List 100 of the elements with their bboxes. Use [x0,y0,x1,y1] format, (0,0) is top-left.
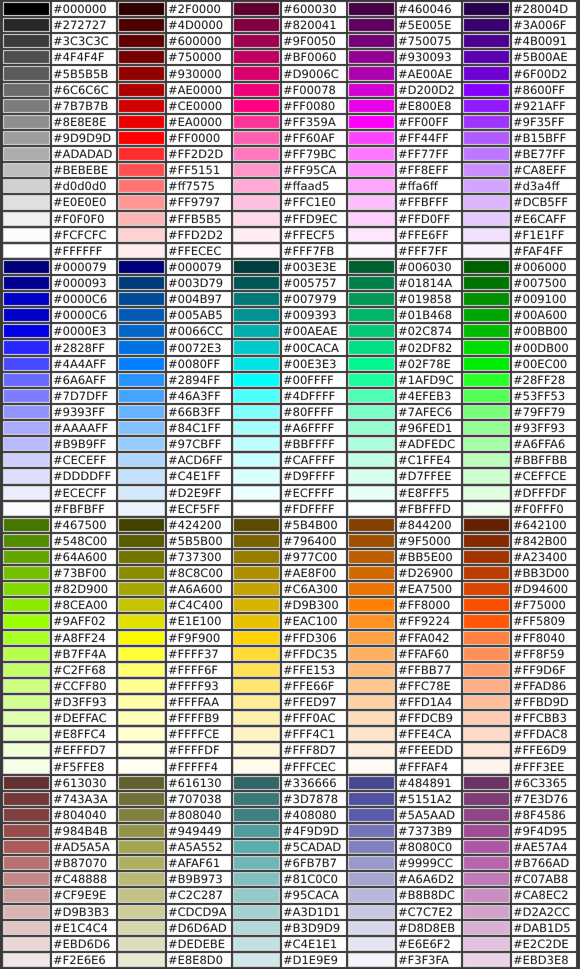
hex-code: #FFE6FF [397,228,461,242]
hex-code: #A6FFFF [282,421,346,436]
hex-code: #F75000 [512,598,576,612]
hex-code: #3D7878 [282,792,346,806]
hex-code: #B766AD [512,856,576,870]
hex-code: #AD5A5A [52,840,116,854]
hex-code: #5CADAD [282,840,346,854]
hex-code: #46A3FF [167,388,231,403]
hex-code: #BBFFBB [512,453,576,468]
hex-code: #01814A [397,276,461,290]
hex-code: #7B7B7B [52,98,116,113]
hex-code: #73BF00 [52,566,116,580]
hex-code: #2894FF [167,372,231,387]
hex-code: #E6E6F2 [397,936,461,951]
hex-code: #F5FFE8 [52,759,116,774]
hex-code: #336666 [282,776,346,790]
hex-code: #CA8EC2 [512,888,576,903]
hex-code: #BEBEBE [52,163,116,178]
hex-code: #6C3365 [512,776,576,790]
hex-code: #DCB5FF [512,195,576,210]
hex-code: #820041 [282,18,346,32]
hex-code: #7E3D76 [512,792,576,806]
hex-code: #02DF82 [397,340,461,355]
hex-code: #FFD1A4 [397,695,461,710]
hex-code: #FF8EFF [397,163,461,178]
hex-code: #82D900 [52,582,116,596]
hex-code: #ffaad5 [282,179,346,194]
hex-code: #ECFFFF [282,486,346,500]
hex-code: #930093 [397,50,461,64]
hex-code: #616130 [167,776,231,790]
hex-code: #97CBFF [167,437,231,452]
hex-code: #FFD2D2 [167,228,231,242]
hex-code: #FFF0AC [282,711,346,726]
hex-code: #737300 [167,550,231,564]
hex-code: #467500 [52,518,116,532]
hex-code: #FF9D6F [512,662,576,677]
hex-code: #D9FFFF [282,469,346,484]
hex-code: #FCFCFC [52,228,116,242]
hex-code: #003E3E [282,260,346,274]
hex-code: #ACD6FF [167,453,231,468]
hex-code: #8F4586 [512,808,576,822]
hex-code: #FFBD9D [512,695,576,710]
hex-code: #79FF79 [512,404,576,420]
hex-code: #ffa6ff [397,179,461,194]
hex-code: #000093 [52,276,116,290]
hex-code: #FFFFDF [167,743,231,758]
hex-code: #00FFFF [282,372,346,387]
hex-code: #FFF8D7 [282,743,346,758]
hex-code: #4EFEB3 [397,388,461,403]
hex-code: #FF79BC [282,147,346,162]
hex-code: #0000C6 [52,308,116,322]
hex-code: #FF9797 [167,195,231,210]
hex-code: #FFBB77 [397,662,461,677]
hex-code: #00DB00 [512,340,576,355]
hex-code: #977C00 [282,550,346,564]
hex-code: #750075 [397,34,461,48]
hex-code: #D8D8EB [397,920,461,935]
hex-code: #4DFFFF [282,388,346,403]
hex-code: #921AFF [512,98,576,113]
hex-code: #842B00 [512,534,576,548]
hex-code: #006030 [397,260,461,274]
hex-code: #FFAF60 [397,646,461,661]
hex-code: #FFE153 [282,662,346,677]
hex-code: #FF0000 [167,130,231,146]
hex-code: #BB3D00 [512,566,576,580]
hex-code: #C4C400 [167,598,231,612]
hex-code: #A8FF24 [52,630,116,645]
hex-code: #BE77FF [512,147,576,162]
hex-code: #7373B9 [397,824,461,838]
hex-code: #00AEAE [282,324,346,338]
hex-code: #EBD6D6 [52,936,116,951]
hex-code: #DEFFAC [52,711,116,726]
hex-code: #FBFFFD [397,502,461,516]
hex-code: #5B5B5B [52,66,116,81]
hex-code: #00EC00 [512,356,576,371]
hex-code: #ECF5FF [167,502,231,516]
hex-code: #019858 [397,292,461,306]
hex-code: #600000 [167,34,231,48]
hex-code: #FF5809 [512,614,576,629]
hex-code: #AE0000 [167,82,231,97]
hex-code: #FFFFB9 [167,711,231,726]
hex-code: #CEFFCE [512,469,576,484]
hex-code: #d3a4ff [512,179,576,194]
hex-code: #009393 [282,308,346,322]
hex-code: #FF95CA [282,163,346,178]
hex-code: #C2FF68 [52,662,116,677]
hex-code: #53FF53 [512,388,576,403]
hex-code: #A6A600 [167,582,231,596]
hex-code: #FFC1E0 [282,195,346,210]
hex-code: #003D79 [167,276,231,290]
hex-code: #C48888 [52,872,116,886]
hex-code: #93FF93 [512,421,576,436]
hex-code: #009100 [512,292,576,306]
hex-code: #6C6C6C [52,82,116,97]
hex-code: #F9F900 [167,630,231,645]
hex-code: #FFEEDD [397,743,461,758]
hex-code: #FFB5B5 [167,212,231,226]
hex-code: #0072E3 [167,340,231,355]
hex-code: #6A6AFF [52,372,116,387]
hex-code: #F0F0F0 [52,212,116,226]
